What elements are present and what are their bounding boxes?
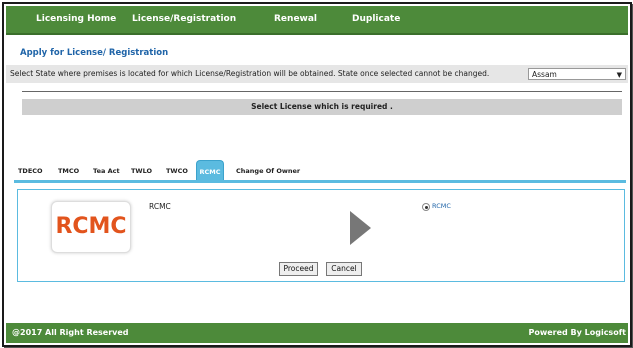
radio-label: RCMC: [432, 202, 451, 210]
tab-change-of-owner[interactable]: Change Of Owner: [236, 160, 300, 180]
proceed-button[interactable]: Proceed: [279, 262, 318, 276]
state-selection-bar: Select State where premises is located f…: [6, 65, 628, 83]
nav-licensing-home[interactable]: Licensing Home: [36, 6, 116, 33]
rcmc-logo: RCMC: [51, 201, 131, 253]
nav-renewal[interactable]: Renewal: [274, 6, 317, 33]
top-navigation: Licensing Home License/Registration Rene…: [6, 6, 628, 35]
cancel-button[interactable]: Cancel: [326, 262, 362, 276]
tab-underline: [14, 180, 626, 183]
chevron-down-icon: ▼: [616, 71, 622, 79]
state-select[interactable]: Assam ▼: [528, 68, 626, 80]
nav-duplicate[interactable]: Duplicate: [352, 6, 400, 33]
license-panel: RCMC RCMC RCMC Proceed Cancel: [17, 189, 625, 282]
radio-dot: [424, 205, 428, 209]
nav-license-registration[interactable]: License/Registration: [132, 6, 236, 33]
play-arrow-icon[interactable]: [350, 211, 371, 245]
page-title: Apply for License/ Registration: [20, 48, 169, 58]
powered-by-text: Powered By Logicsoft: [528, 328, 626, 337]
copyright-text: @2017 All Right Reserved: [12, 328, 129, 337]
tab-tmco[interactable]: TMCO: [58, 160, 79, 180]
tab-rcmc[interactable]: RCMC: [196, 160, 224, 181]
tab-tdeco[interactable]: TDECO: [18, 160, 43, 180]
divider: [22, 91, 622, 92]
tab-twco[interactable]: TWCO: [166, 160, 188, 180]
state-prompt: Select State where premises is located f…: [10, 69, 490, 78]
footer: @2017 All Right Reserved Powered By Logi…: [6, 323, 628, 343]
page-frame: Licensing Home License/Registration Rene…: [2, 2, 632, 347]
tab-tea-act[interactable]: Tea Act: [93, 160, 120, 180]
tab-twlo[interactable]: TWLO: [131, 160, 152, 180]
state-selected-value: Assam: [532, 70, 557, 79]
license-prompt: Select License which is required .: [22, 99, 622, 115]
logo-text: RCMC: [55, 214, 127, 239]
license-name: RCMC: [149, 202, 171, 211]
radio-button[interactable]: [422, 203, 430, 211]
